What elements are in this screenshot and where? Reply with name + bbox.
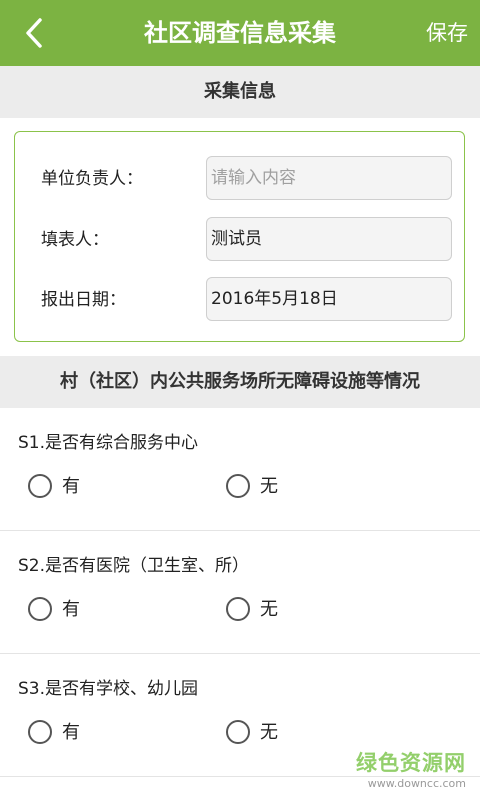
back-button[interactable] bbox=[18, 14, 54, 52]
unit-leader-input[interactable] bbox=[206, 156, 452, 200]
s1-yes-option[interactable]: 有 bbox=[28, 472, 118, 502]
option-label: 无 bbox=[260, 722, 278, 743]
question-s3: S3.是否有学校、幼儿园 有 无 bbox=[0, 654, 480, 777]
option-label: 无 bbox=[260, 599, 278, 620]
s2-yes-option[interactable]: 有 bbox=[28, 595, 118, 625]
option-label: 无 bbox=[260, 476, 278, 497]
info-card: 单位负责人： 填表人： 测试员 报出日期： 2016年5月18日 bbox=[14, 131, 465, 342]
s3-no-option[interactable]: 无 bbox=[226, 718, 316, 748]
field-row-filler: 填表人： 测试员 bbox=[15, 217, 464, 263]
s2-no-option[interactable]: 无 bbox=[226, 595, 316, 625]
unit-leader-label: 单位负责人： bbox=[41, 169, 143, 189]
save-button[interactable]: 保存 bbox=[426, 0, 468, 66]
radio-icon[interactable] bbox=[28, 597, 52, 621]
collect-section-header: 采集信息 bbox=[0, 66, 480, 118]
chevron-left-icon bbox=[26, 18, 42, 48]
facility-section-header: 村（社区）内公共服务场所无障碍设施等情况 bbox=[0, 356, 480, 408]
field-row-unit-leader: 单位负责人： bbox=[15, 156, 464, 202]
question-text: S3.是否有学校、幼儿园 bbox=[18, 679, 199, 699]
s1-no-option[interactable]: 无 bbox=[226, 472, 316, 502]
filler-label: 填表人： bbox=[41, 230, 109, 250]
option-label: 有 bbox=[62, 722, 80, 743]
page-title: 社区调查信息采集 bbox=[144, 19, 336, 47]
question-s1: S1.是否有综合服务中心 有 无 bbox=[0, 408, 480, 531]
question-text: S1.是否有综合服务中心 bbox=[18, 433, 199, 453]
radio-icon[interactable] bbox=[226, 597, 250, 621]
report-date-input[interactable]: 2016年5月18日 bbox=[206, 277, 452, 321]
radio-icon[interactable] bbox=[226, 720, 250, 744]
field-row-report-date: 报出日期： 2016年5月18日 bbox=[15, 277, 464, 323]
radio-icon[interactable] bbox=[28, 720, 52, 744]
s3-yes-option[interactable]: 有 bbox=[28, 718, 118, 748]
radio-icon[interactable] bbox=[28, 474, 52, 498]
app-bar: 社区调查信息采集 保存 bbox=[0, 0, 480, 66]
option-label: 有 bbox=[62, 476, 80, 497]
report-date-label: 报出日期： bbox=[41, 290, 126, 310]
filler-input[interactable]: 测试员 bbox=[206, 217, 452, 261]
watermark-url: www.downcc.com bbox=[367, 777, 466, 790]
radio-icon[interactable] bbox=[226, 474, 250, 498]
question-text: S2.是否有医院（卫生室、所） bbox=[18, 556, 250, 576]
question-s2: S2.是否有医院（卫生室、所） 有 无 bbox=[0, 531, 480, 654]
option-label: 有 bbox=[62, 599, 80, 620]
